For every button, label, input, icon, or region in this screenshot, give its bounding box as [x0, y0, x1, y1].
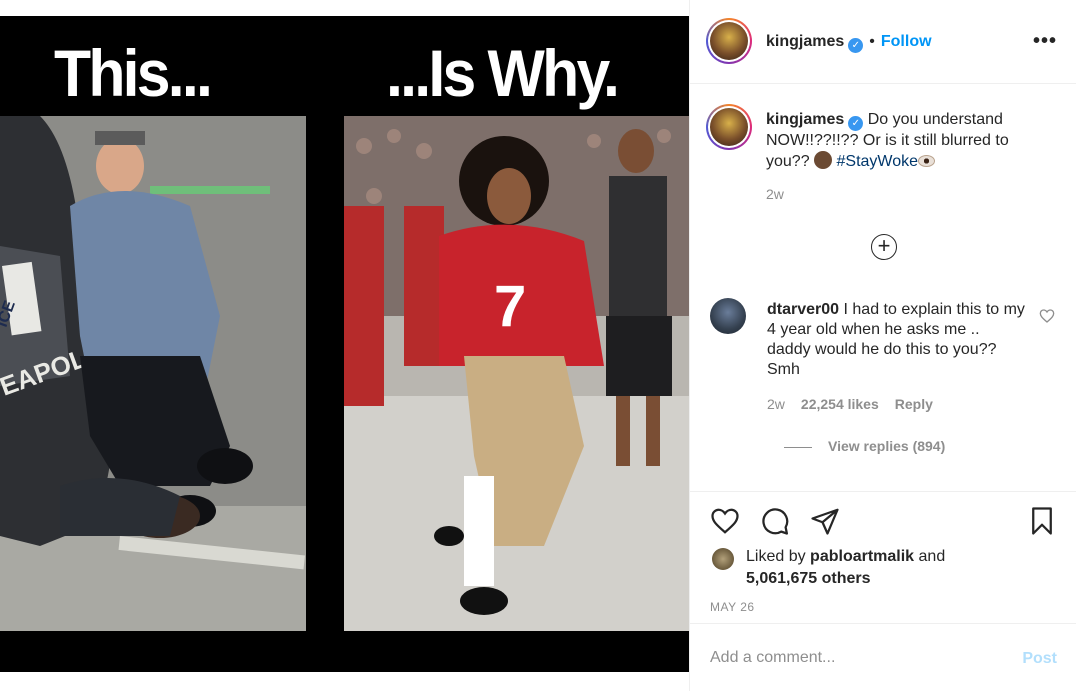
liked-by-others[interactable]: 5,061,675 others: [746, 570, 871, 587]
share-send-icon[interactable]: [810, 506, 840, 536]
comment-bubble-icon[interactable]: [760, 506, 790, 536]
post-image[interactable]: This... ...Is Why. EAPOLIS ICE 7: [0, 16, 689, 672]
comment-likes-count[interactable]: 22,254 likes: [801, 396, 879, 412]
separator-dot: •: [869, 33, 875, 50]
kneeling-player-illustration: 7: [344, 116, 689, 631]
image-panel-right: 7: [344, 116, 689, 631]
verified-badge-icon: ✓: [848, 38, 864, 53]
header-user-row: kingjames ✓ • Follow: [766, 33, 932, 53]
comment-like-heart-icon[interactable]: [1039, 308, 1055, 324]
comment-reply-button[interactable]: Reply: [895, 396, 933, 412]
caption-timestamp[interactable]: 2w: [766, 186, 784, 202]
image-title-left: This...: [54, 36, 213, 110]
post-comment-button[interactable]: Post: [1022, 650, 1057, 668]
author-username[interactable]: kingjames: [766, 33, 844, 50]
replies-divider: [784, 446, 812, 448]
more-options-icon[interactable]: •••: [1033, 30, 1057, 53]
post-header: kingjames ✓ • Follow •••: [690, 0, 1076, 84]
post-actions: Liked by pabloartmalik and 5,061,675 oth…: [690, 491, 1076, 623]
caption-author-avatar[interactable]: [706, 104, 752, 150]
comment-meta: 2w 22,254 likes Reply: [767, 396, 933, 412]
load-more-comments-icon[interactable]: +: [871, 234, 897, 260]
post-date[interactable]: MAY 26: [710, 600, 755, 614]
liked-by-prefix: Liked by: [746, 548, 806, 565]
jersey-number: 7: [494, 274, 526, 339]
image-panel-left: EAPOLIS ICE: [0, 116, 306, 631]
comment-text: dtarver00 I had to explain this to my 4 …: [767, 300, 1027, 380]
eye-emoji-icon: [918, 155, 936, 167]
follow-button[interactable]: Follow: [881, 33, 932, 50]
view-replies-label: View replies (894): [828, 438, 946, 454]
liked-by-avatar[interactable]: [712, 548, 734, 570]
liked-by-connector: and: [918, 548, 946, 565]
save-bookmark-icon[interactable]: [1027, 506, 1057, 536]
add-comment-input[interactable]: [710, 646, 1000, 670]
caption-username[interactable]: kingjames: [766, 111, 844, 128]
comment-timestamp[interactable]: 2w: [767, 396, 785, 412]
add-comment-bar: Post: [690, 623, 1076, 691]
person-emoji-icon: [814, 151, 833, 169]
caption-text: kingjames ✓ Do you understand NOW!!??!!??…: [766, 110, 1036, 172]
author-avatar[interactable]: [706, 18, 752, 64]
liked-by-username[interactable]: pabloartmalik: [810, 548, 914, 565]
post-sidebar: kingjames ✓ • Follow ••• kingjames ✓ Do you …: [689, 0, 1076, 691]
police-scene-illustration: EAPOLIS ICE: [0, 116, 306, 631]
caption-verified-badge-icon: ✓: [848, 116, 864, 131]
caption-hashtag[interactable]: #StayWoke: [837, 153, 919, 170]
image-title-right: ...Is Why.: [386, 36, 620, 110]
liked-by-summary: Liked by pabloartmalik and 5,061,675 oth…: [712, 546, 945, 590]
commenter-avatar[interactable]: [710, 298, 746, 334]
view-replies-button[interactable]: View replies (894): [784, 438, 945, 454]
post-media-container: This... ...Is Why. EAPOLIS ICE 7: [0, 0, 689, 691]
commenter-username[interactable]: dtarver00: [767, 301, 839, 318]
like-heart-icon[interactable]: [710, 506, 740, 536]
